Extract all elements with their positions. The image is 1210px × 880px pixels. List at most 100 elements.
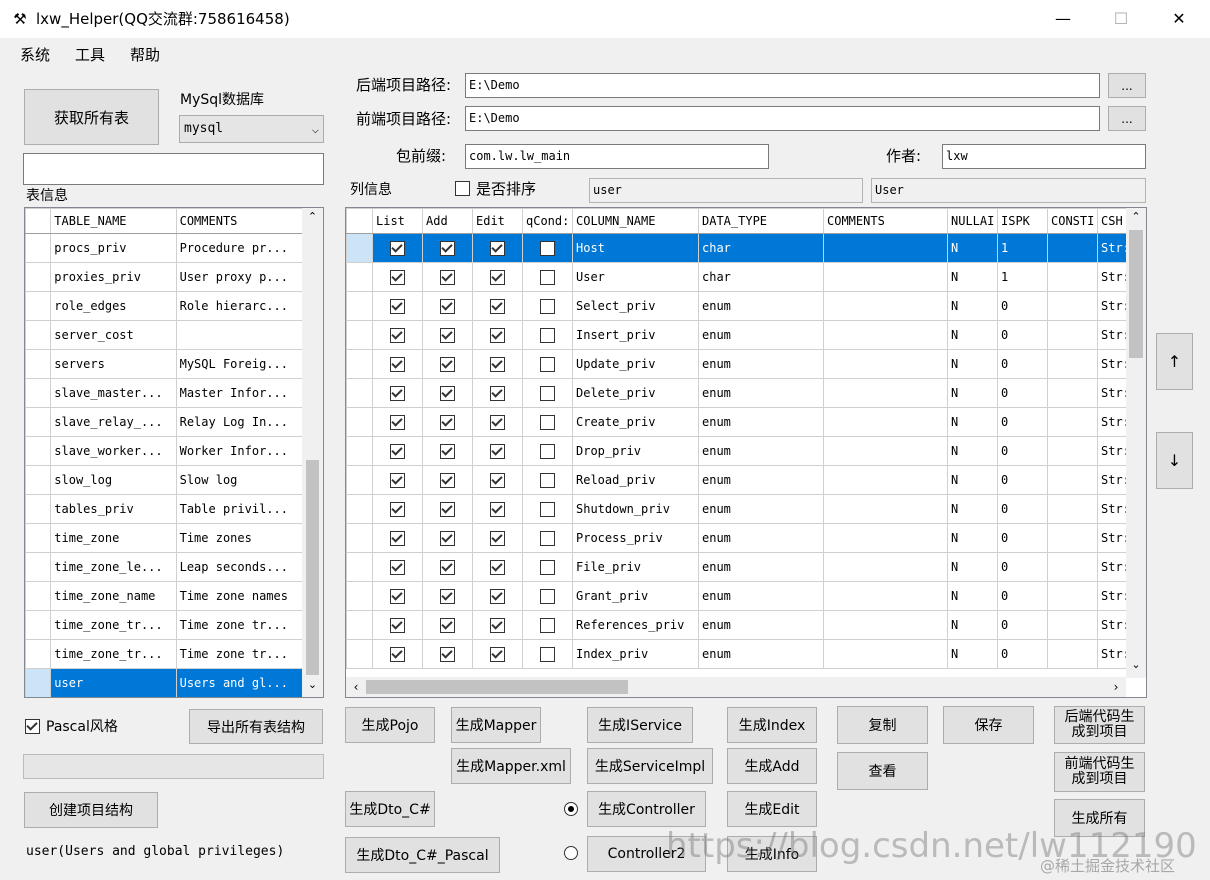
comments-cell[interactable] xyxy=(823,262,948,292)
qcond-checkbox-cell[interactable] xyxy=(522,436,573,466)
ispk-cell[interactable]: 0 xyxy=(997,349,1048,379)
row-header[interactable] xyxy=(346,407,373,437)
generate-mapper-button[interactable]: 生成Mapper xyxy=(451,707,541,743)
cs-type-cell[interactable]: Str: xyxy=(1097,494,1127,524)
comments-cell[interactable] xyxy=(823,523,948,553)
constraint-cell[interactable] xyxy=(1047,494,1098,524)
scroll-down-icon[interactable]: ⌄ xyxy=(302,678,323,696)
table-comment-cell[interactable]: Role hierarc... xyxy=(175,291,304,321)
ispk-cell[interactable]: 1 xyxy=(997,262,1048,292)
column-row[interactable]: Process_privenum N0 Str: xyxy=(346,523,1127,553)
ispk-cell[interactable]: 0 xyxy=(997,320,1048,350)
comments-cell[interactable] xyxy=(823,494,948,524)
row-header[interactable] xyxy=(346,465,373,495)
table-search-input[interactable] xyxy=(23,153,324,185)
row-header[interactable] xyxy=(25,407,52,437)
frontend-generate-to-project-button[interactable]: 前端代码生成到项目 xyxy=(1054,752,1145,792)
view-button[interactable]: 查看 xyxy=(837,752,928,790)
cs-type-cell[interactable]: Str: xyxy=(1097,233,1127,263)
comments-cell[interactable] xyxy=(823,407,948,437)
frontend-browse-button[interactable]: ... xyxy=(1108,106,1146,131)
move-up-button[interactable]: ↑ xyxy=(1156,333,1193,390)
column-row[interactable]: Select_privenum N0 Str: xyxy=(346,291,1127,321)
ispk-cell[interactable]: 0 xyxy=(997,291,1048,321)
ispk-cell[interactable]: 0 xyxy=(997,523,1048,553)
qcond-checkbox-cell[interactable] xyxy=(522,552,573,582)
table-row[interactable]: user Users and gl... xyxy=(25,668,304,697)
add-checkbox-cell[interactable] xyxy=(422,639,473,669)
data-type-cell[interactable]: enum xyxy=(698,523,824,553)
frontend-path-input[interactable]: E:\Demo xyxy=(465,106,1100,131)
scroll-up-icon[interactable]: ⌃ xyxy=(1126,210,1146,228)
table-comment-cell[interactable]: Time zones xyxy=(175,523,304,553)
table-name-cell[interactable]: slave_master... xyxy=(50,378,177,408)
scroll-up-icon[interactable]: ⌃ xyxy=(302,210,323,228)
edit-checkbox-cell[interactable] xyxy=(472,378,523,408)
nullable-cell[interactable]: N xyxy=(947,233,998,263)
ispk-cell[interactable]: 0 xyxy=(997,465,1048,495)
scroll-down-icon[interactable]: ⌄ xyxy=(1126,658,1146,676)
cs-type-cell[interactable]: Str: xyxy=(1097,320,1127,350)
row-header[interactable] xyxy=(25,233,52,263)
cs-type-cell[interactable]: Str: xyxy=(1097,523,1127,553)
table-row[interactable]: slow_log Slow log xyxy=(25,465,304,495)
row-header[interactable] xyxy=(25,436,52,466)
menu-system[interactable]: 系统 xyxy=(20,45,50,65)
edit-checkbox-cell[interactable] xyxy=(472,552,523,582)
generate-serviceimpl-button[interactable]: 生成ServiceImpl xyxy=(587,748,713,784)
constraint-cell[interactable] xyxy=(1047,465,1098,495)
table-row[interactable]: time_zone_tr... Time zone tr... xyxy=(25,610,304,640)
add-checkbox-cell[interactable] xyxy=(422,552,473,582)
nullable-cell[interactable]: N xyxy=(947,407,998,437)
add-checkbox-cell[interactable] xyxy=(422,494,473,524)
add-checkbox-cell[interactable] xyxy=(422,233,473,263)
data-type-cell[interactable]: enum xyxy=(698,349,824,379)
row-header[interactable] xyxy=(25,465,52,495)
ispk-cell[interactable]: 0 xyxy=(997,610,1048,640)
scroll-right-icon[interactable]: › xyxy=(1108,677,1124,697)
row-header[interactable] xyxy=(346,610,373,640)
create-project-structure-button[interactable]: 创建项目结构 xyxy=(24,792,158,828)
list-checkbox-cell[interactable] xyxy=(372,233,423,263)
package-prefix-input[interactable]: com.lw.lw_main xyxy=(465,144,769,169)
col-header-qcond-[interactable]: qCond: xyxy=(522,208,573,234)
cs-type-cell[interactable]: Str: xyxy=(1097,291,1127,321)
generate-dto-cs-pascal-button[interactable]: 生成Dto_C#_Pascal xyxy=(345,837,500,873)
comments-cell[interactable] xyxy=(823,552,948,582)
sort-checkbox[interactable] xyxy=(455,181,470,196)
cs-type-cell[interactable]: Str: xyxy=(1097,610,1127,640)
generate-index-button[interactable]: 生成Index xyxy=(727,707,817,743)
edit-checkbox-cell[interactable] xyxy=(472,523,523,553)
row-header[interactable] xyxy=(25,668,52,697)
table-row[interactable]: slave_relay_... Relay Log In... xyxy=(25,407,304,437)
generate-edit-button[interactable]: 生成Edit xyxy=(727,791,817,827)
list-checkbox-cell[interactable] xyxy=(372,262,423,292)
column-name-cell[interactable]: Grant_priv xyxy=(572,581,699,611)
comments-cell[interactable] xyxy=(823,291,948,321)
add-checkbox-cell[interactable] xyxy=(422,407,473,437)
col-header-ispk[interactable]: ISPK xyxy=(997,208,1048,234)
column-row[interactable]: Insert_privenum N0 Str: xyxy=(346,320,1127,350)
column-name-cell[interactable]: Reload_priv xyxy=(572,465,699,495)
generate-dto-cs-button[interactable]: 生成Dto_C# xyxy=(345,791,435,827)
table-row[interactable]: time_zone_name Time zone names xyxy=(25,581,304,611)
copy-button[interactable]: 复制 xyxy=(837,706,928,744)
list-checkbox-cell[interactable] xyxy=(372,378,423,408)
col-header-nullai[interactable]: NULLAI xyxy=(947,208,998,234)
row-header[interactable] xyxy=(346,639,373,669)
column-row[interactable]: Create_privenum N0 Str: xyxy=(346,407,1127,437)
column-name-cell[interactable]: User xyxy=(572,262,699,292)
table-name-cell[interactable]: time_zone_name xyxy=(50,581,177,611)
table-row[interactable]: time_zone Time zones xyxy=(25,523,304,553)
qcond-checkbox-cell[interactable] xyxy=(522,639,573,669)
table-comment-cell[interactable]: Relay Log In... xyxy=(175,407,304,437)
comments-cell[interactable] xyxy=(823,465,948,495)
generate-mapper-xml-button[interactable]: 生成Mapper.xml xyxy=(451,748,571,784)
tables-scroll-thumb[interactable] xyxy=(306,460,319,675)
column-row[interactable]: Reload_privenum N0 Str: xyxy=(346,465,1127,495)
nullable-cell[interactable]: N xyxy=(947,320,998,350)
menu-help[interactable]: 帮助 xyxy=(130,45,160,65)
col-header-column-name[interactable]: COLUMN_NAME xyxy=(572,208,699,234)
columns-hscroll-thumb[interactable] xyxy=(366,680,628,694)
col-header-add[interactable]: Add xyxy=(422,208,473,234)
